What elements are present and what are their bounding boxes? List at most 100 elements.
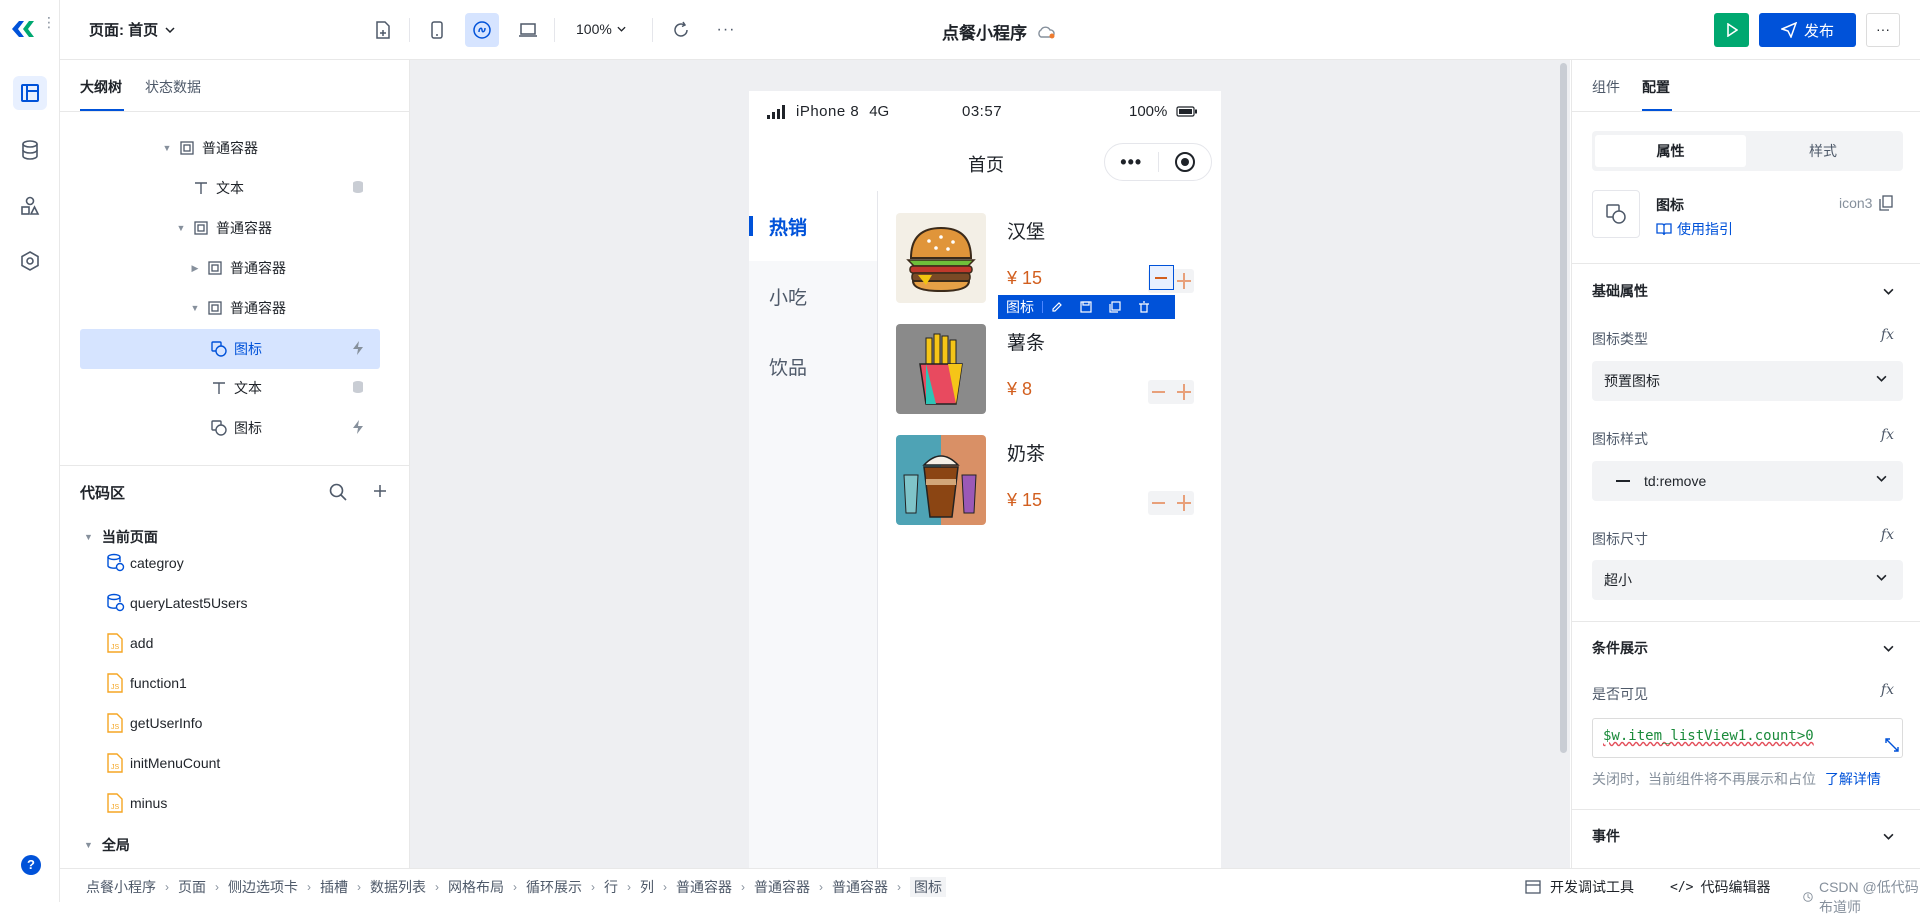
breadcrumb-item[interactable]: 页面 bbox=[178, 877, 206, 897]
seg-styles[interactable]: 样式 bbox=[1746, 135, 1900, 167]
tab-config[interactable]: 配置 bbox=[1642, 77, 1670, 97]
help-icon[interactable]: ? bbox=[21, 855, 41, 875]
mobile-view-icon[interactable] bbox=[424, 17, 450, 43]
minus-icon[interactable] bbox=[1152, 502, 1165, 504]
copy-icon[interactable] bbox=[1879, 195, 1894, 211]
fx-icon[interactable]: fx bbox=[1881, 427, 1894, 443]
tree-node-container[interactable]: ▶ 普通容器 bbox=[80, 249, 380, 287]
breadcrumb-item[interactable]: 网格布局 bbox=[448, 877, 504, 897]
zoom-selector[interactable]: 100% bbox=[576, 21, 626, 37]
tree-node-icon-selected[interactable]: 图标 bbox=[80, 329, 380, 369]
settings-icon[interactable] bbox=[13, 244, 47, 278]
code-item-js[interactable]: JS getUserInfo bbox=[107, 707, 202, 739]
components-icon[interactable] bbox=[13, 189, 47, 223]
menu-item-snack[interactable]: 小吃 bbox=[749, 261, 877, 331]
quantity-stepper[interactable] bbox=[1148, 265, 1194, 293]
section-events[interactable]: 事件 bbox=[1592, 826, 1620, 846]
breadcrumb-item[interactable]: 普通容器 bbox=[754, 877, 810, 897]
code-editor-button[interactable]: </> 代码编辑器 bbox=[1670, 877, 1770, 897]
section-basic-properties[interactable]: 基础属性 bbox=[1592, 281, 1648, 301]
tree-node-icon[interactable]: 图标 bbox=[80, 409, 380, 447]
quantity-stepper[interactable] bbox=[1148, 380, 1194, 404]
more-icon[interactable]: ··· bbox=[713, 17, 739, 43]
menu-item-hot[interactable]: 热销 bbox=[749, 191, 877, 261]
seg-properties[interactable]: 属性 bbox=[1595, 135, 1746, 167]
expand-toggle-icon[interactable]: ▶ bbox=[188, 263, 202, 274]
tree-node-container[interactable]: ▼ 普通容器 bbox=[80, 289, 380, 327]
plus-icon[interactable] bbox=[1177, 273, 1191, 289]
quantity-stepper[interactable] bbox=[1148, 491, 1194, 515]
canvas-scrollbar[interactable] bbox=[1560, 63, 1567, 753]
breadcrumb-item[interactable]: 普通容器 bbox=[676, 877, 732, 897]
learn-more-link[interactable]: 了解详情 bbox=[1825, 771, 1881, 787]
icon-style-select[interactable]: td:remove bbox=[1592, 461, 1903, 501]
database-icon[interactable] bbox=[13, 133, 47, 167]
global-group[interactable]: ▼ 全局 bbox=[84, 835, 130, 855]
devtools-button[interactable]: 开发调试工具 bbox=[1525, 877, 1634, 897]
icon-type-select[interactable]: 预置图标 bbox=[1592, 361, 1903, 401]
preview-button[interactable] bbox=[1714, 13, 1749, 47]
breadcrumb-item[interactable]: 插槽 bbox=[320, 877, 348, 897]
breadcrumb-item[interactable]: 侧边选项卡 bbox=[228, 877, 298, 897]
chevron-down-icon[interactable] bbox=[1883, 833, 1894, 840]
food-item-milk-tea[interactable]: 奶茶 ¥ 15 bbox=[896, 435, 1206, 530]
icon-size-select[interactable]: 超小 bbox=[1592, 560, 1903, 600]
current-page-group[interactable]: ▼ 当前页面 bbox=[84, 527, 158, 547]
tree-node-text[interactable]: 文本 bbox=[80, 169, 380, 207]
add-icon[interactable] bbox=[372, 483, 388, 499]
publish-button[interactable]: 发布 bbox=[1759, 13, 1856, 47]
code-item-query[interactable]: queryLatest5Users bbox=[107, 587, 248, 619]
breadcrumb-item[interactable]: 列 bbox=[640, 877, 654, 897]
usage-guide-link[interactable]: 使用指引 bbox=[1656, 219, 1733, 239]
capsule-close-icon[interactable] bbox=[1158, 151, 1211, 173]
tab-outline[interactable]: 大纲树 bbox=[80, 77, 122, 97]
fx-icon[interactable]: fx bbox=[1881, 527, 1894, 543]
code-item-query[interactable]: categroy bbox=[107, 547, 184, 579]
minus-icon-selected[interactable] bbox=[1149, 265, 1174, 290]
chevron-down-icon[interactable] bbox=[1883, 645, 1894, 652]
breadcrumb-item[interactable]: 点餐小程序 bbox=[86, 877, 156, 897]
tree-node-text[interactable]: 文本 bbox=[80, 369, 380, 407]
tab-state-data[interactable]: 状态数据 bbox=[145, 77, 201, 97]
breadcrumb-item[interactable]: 数据列表 bbox=[370, 877, 426, 897]
capsule-more-icon[interactable]: ••• bbox=[1105, 153, 1158, 171]
visible-expression-input[interactable]: $w.item_listView1.count>0 bbox=[1592, 718, 1903, 758]
tree-node-container[interactable]: ▼ 普通容器 bbox=[80, 129, 380, 167]
capsule-menu[interactable]: ••• bbox=[1104, 143, 1212, 181]
more-menu-icon[interactable]: ··· bbox=[1866, 13, 1900, 47]
expand-toggle-icon[interactable]: ▼ bbox=[188, 303, 202, 313]
breadcrumb-item[interactable]: 普通容器 bbox=[832, 877, 888, 897]
breadcrumb-item[interactable]: 循环展示 bbox=[526, 877, 582, 897]
fx-icon[interactable]: fx bbox=[1881, 682, 1894, 698]
code-item-js[interactable]: JS add bbox=[107, 627, 153, 659]
expand-editor-icon[interactable] bbox=[1885, 738, 1899, 752]
breadcrumb-item[interactable]: 行 bbox=[604, 877, 618, 897]
code-item-js[interactable]: JS function1 bbox=[107, 667, 187, 699]
page-selector[interactable]: 页面: 首页 bbox=[89, 19, 175, 40]
chevron-down-icon[interactable] bbox=[1883, 288, 1894, 295]
expand-toggle-icon[interactable]: ▼ bbox=[174, 223, 188, 233]
section-conditional-display[interactable]: 条件展示 bbox=[1592, 638, 1648, 658]
desktop-view-icon[interactable] bbox=[515, 17, 541, 43]
food-item-fries[interactable]: 薯条 ¥ 8 bbox=[896, 324, 1206, 419]
tab-components[interactable]: 组件 bbox=[1592, 77, 1620, 97]
rail-more-icon[interactable]: ⋮ bbox=[42, 15, 56, 29]
menu-item-drink[interactable]: 饮品 bbox=[749, 331, 877, 401]
code-item-js[interactable]: JS minus bbox=[107, 787, 167, 819]
new-page-icon[interactable] bbox=[370, 17, 396, 43]
search-icon[interactable] bbox=[329, 483, 347, 501]
code-item-js[interactable]: JS initMenuCount bbox=[107, 747, 220, 779]
tree-node-container[interactable]: ▼ 普通容器 bbox=[80, 209, 380, 247]
fx-icon[interactable]: fx bbox=[1881, 327, 1894, 343]
expand-toggle-icon[interactable]: ▼ bbox=[160, 143, 174, 153]
refresh-icon[interactable] bbox=[668, 17, 694, 43]
copy-icon[interactable] bbox=[1100, 301, 1129, 313]
plus-icon[interactable] bbox=[1177, 495, 1191, 511]
breadcrumb-item-current[interactable]: 图标 bbox=[910, 877, 946, 897]
edit-icon[interactable] bbox=[1042, 301, 1071, 313]
plus-icon[interactable] bbox=[1177, 384, 1191, 400]
miniprogram-view-icon[interactable] bbox=[465, 13, 499, 47]
save-icon[interactable] bbox=[1071, 301, 1100, 313]
outline-icon[interactable] bbox=[13, 76, 47, 110]
minus-icon[interactable] bbox=[1152, 391, 1165, 393]
